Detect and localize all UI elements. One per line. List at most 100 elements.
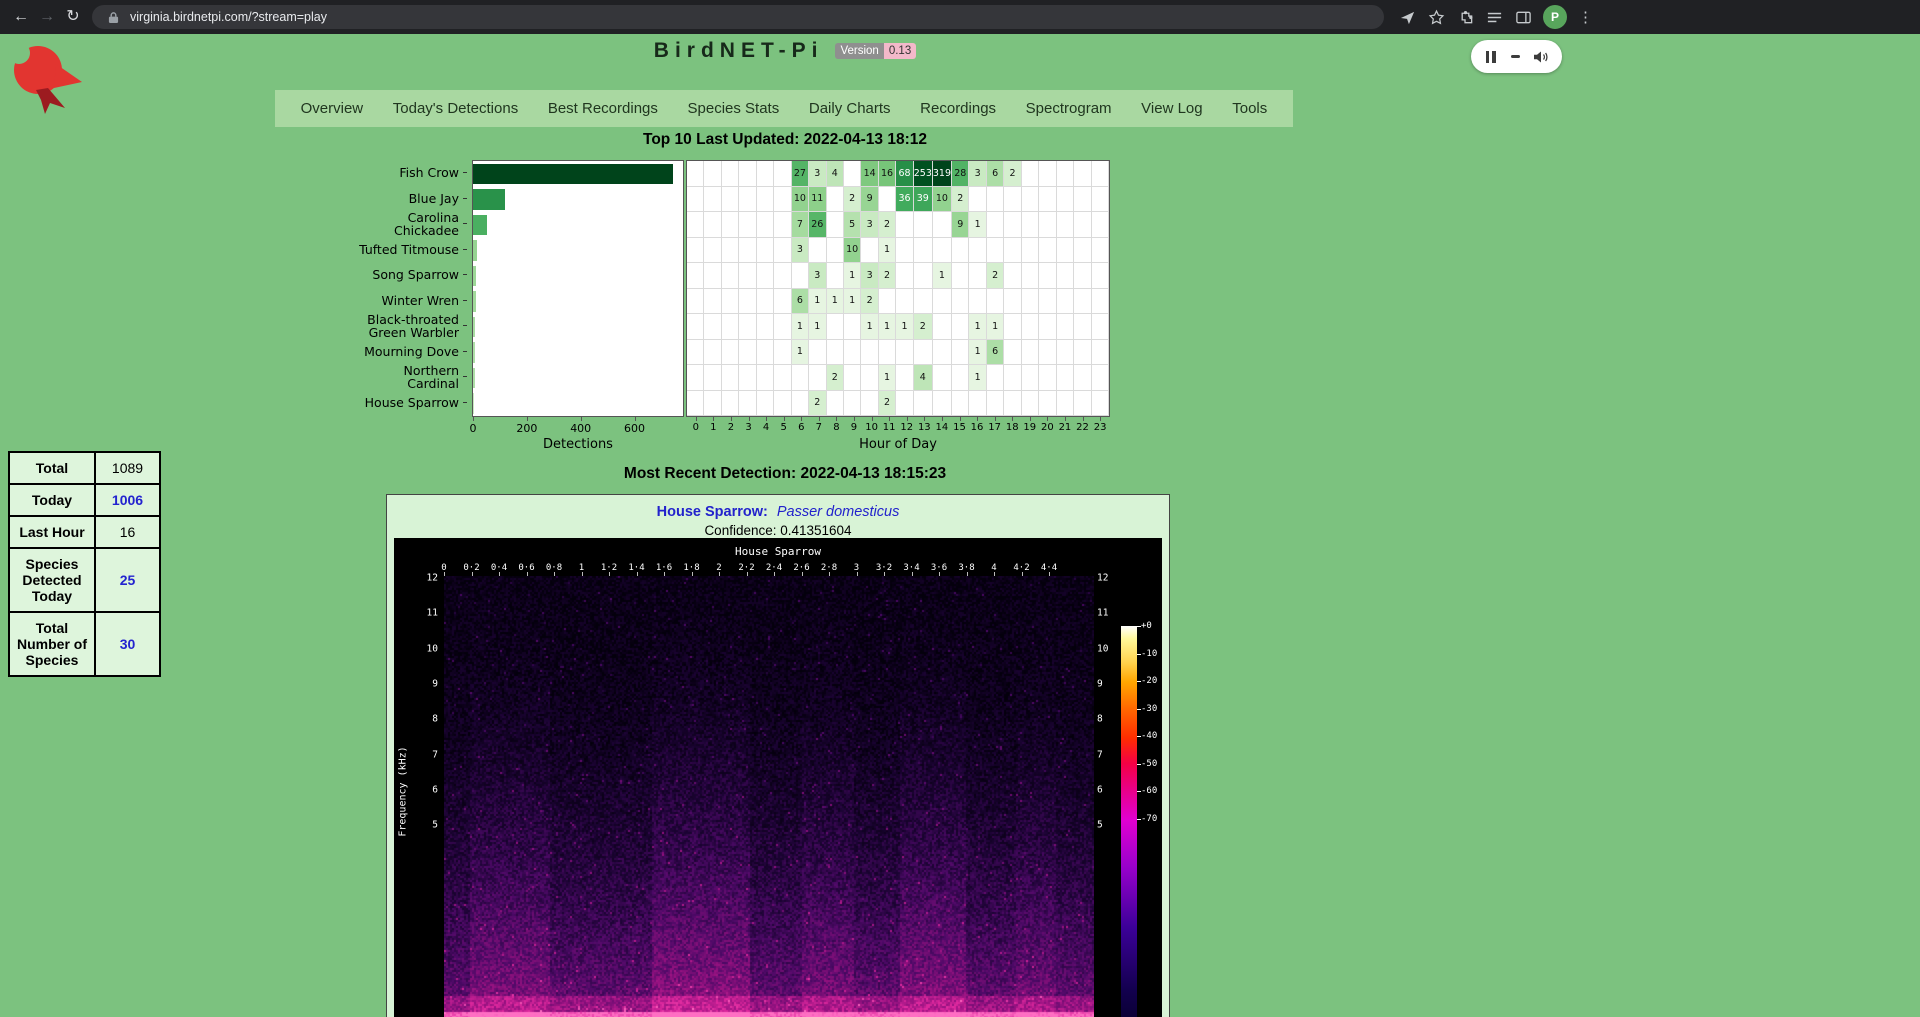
heatmap-cell [914, 391, 933, 417]
heatmap-cell: 2 [827, 365, 844, 391]
bar-chart: 0200400600 Detections [472, 160, 684, 417]
summary-value[interactable]: 30 [95, 612, 160, 676]
spec-y-tick: 8 [1097, 714, 1103, 725]
heatmap-cell [952, 365, 969, 391]
detection-panel: House Sparrow:Passer domesticus Confiden… [386, 494, 1170, 1017]
heatmap-cell [1057, 365, 1074, 391]
heatmap-cell [896, 340, 913, 366]
heatmap-cell: 3 [809, 263, 826, 289]
heatmap-cell [1057, 161, 1074, 187]
nav-item-overview[interactable]: Overview [297, 100, 368, 117]
heatmap-cell [739, 238, 756, 264]
heatmap-cell [1092, 314, 1109, 340]
nav-item-daily-charts[interactable]: Daily Charts [805, 100, 895, 117]
heatmap-cell [1074, 161, 1091, 187]
heatmap-cell [722, 365, 739, 391]
bar-row [473, 391, 683, 417]
menu-kebab-icon[interactable]: ⋮ [1578, 8, 1592, 26]
heatmap-cell [1022, 289, 1039, 315]
species-label: CarolinaChickadee [287, 211, 467, 237]
hour-tick-label: 4 [757, 422, 775, 433]
audio-player[interactable] [1471, 40, 1562, 73]
back-button[interactable]: ← [8, 4, 34, 30]
heatmap-cell [933, 212, 952, 238]
heatmap-cell [1092, 289, 1109, 315]
heatmap-cell: 27 [792, 161, 809, 187]
profile-avatar[interactable]: P [1543, 5, 1567, 29]
species-label-text: Blue Jay [409, 192, 459, 205]
summary-value[interactable]: 25 [95, 548, 160, 612]
reading-list-icon[interactable] [1485, 8, 1503, 26]
species-label: Black-throatedGreen Warbler [287, 313, 467, 339]
side-panel-icon[interactable] [1514, 8, 1532, 26]
heatmap-cell: 9 [952, 212, 969, 238]
summary-value[interactable]: 1006 [95, 484, 160, 516]
heatmap-cell [809, 238, 826, 264]
volume-icon[interactable] [1533, 50, 1549, 64]
nav-item-recordings[interactable]: Recordings [916, 100, 1000, 117]
heatmap-cell [739, 314, 756, 340]
hour-tickmark [836, 417, 837, 421]
heatmap-cell [1004, 340, 1021, 366]
reload-button[interactable]: ↻ [60, 4, 86, 30]
heatmap-cell [774, 314, 791, 340]
spec-y-tick: 9 [1097, 678, 1103, 689]
heatmap-cell [952, 238, 969, 264]
bookmark-star-icon[interactable] [1427, 8, 1445, 26]
hour-tick-label: 2 [722, 422, 740, 433]
species-axis-tick [463, 274, 467, 275]
hour-tick-label: 8 [828, 422, 846, 433]
heatmap-cell [687, 365, 704, 391]
address-bar[interactable]: virginia.birdnetpi.com/?stream=play [92, 5, 1384, 29]
heatmap-cell [1004, 365, 1021, 391]
heatmap-cell: 1 [844, 263, 861, 289]
heatmap-cell: 2 [879, 391, 896, 417]
heatmap-cell [844, 161, 861, 187]
bar-row [473, 161, 683, 187]
colorbar-tick-label: -70 [1141, 814, 1157, 824]
nav-item-best-recordings[interactable]: Best Recordings [544, 100, 662, 117]
nav-item-tools[interactable]: Tools [1228, 100, 1271, 117]
heatmap-cell [896, 365, 913, 391]
heatmap-cell: 2 [987, 263, 1004, 289]
heatmap-cell [1039, 314, 1056, 340]
heatmap-cell: 3 [792, 238, 809, 264]
heatmap-cell: 2 [844, 187, 861, 213]
heatmap-cell: 10 [933, 187, 952, 213]
heatmap-cell [1039, 263, 1056, 289]
hour-tick-label: 0 [687, 422, 705, 433]
nav-item-species-stats[interactable]: Species Stats [684, 100, 784, 117]
heatmap-cell [1022, 161, 1039, 187]
heatmap-cell: 5 [844, 212, 861, 238]
pause-button[interactable] [1484, 51, 1497, 63]
heatmap-cell: 1 [969, 365, 986, 391]
heatmap-cell [1004, 314, 1021, 340]
nav-item-view-log[interactable]: View Log [1137, 100, 1206, 117]
detections-bar [473, 291, 476, 312]
heatmap-cell: 2 [809, 391, 826, 417]
heatmap-cell [757, 391, 774, 417]
heatmap-cell [704, 314, 721, 340]
heatmap-cell [987, 365, 1004, 391]
heatmap-cell [722, 391, 739, 417]
detection-common-name[interactable]: House Sparrow: [657, 504, 768, 520]
hour-tick-label: 13 [916, 422, 934, 433]
nav-item-today-s-detections[interactable]: Today's Detections [389, 100, 522, 117]
forward-button[interactable]: → [34, 4, 60, 30]
hour-tick-label: 1 [705, 422, 723, 433]
hour-tick-label: 20 [1039, 422, 1057, 433]
colorbar-tickmark [1137, 709, 1141, 710]
share-icon[interactable] [1398, 8, 1416, 26]
extensions-icon[interactable] [1456, 8, 1474, 26]
toolbar-right-icons: P ⋮ [1398, 5, 1592, 29]
nav-item-spectrogram[interactable]: Spectrogram [1022, 100, 1116, 117]
species-axis-tick [463, 351, 467, 352]
spec-y-tick: 11 [408, 608, 438, 619]
heatmap-cell [757, 289, 774, 315]
heatmap-cell: 1 [792, 340, 809, 366]
species-label: NorthernCardinal [287, 364, 467, 390]
colorbar-tick-label: -60 [1141, 786, 1157, 796]
heatmap-cell: 2 [952, 187, 969, 213]
spec-y-tick: 10 [408, 643, 438, 654]
heatmap-axis-title: Hour of Day [687, 437, 1109, 452]
